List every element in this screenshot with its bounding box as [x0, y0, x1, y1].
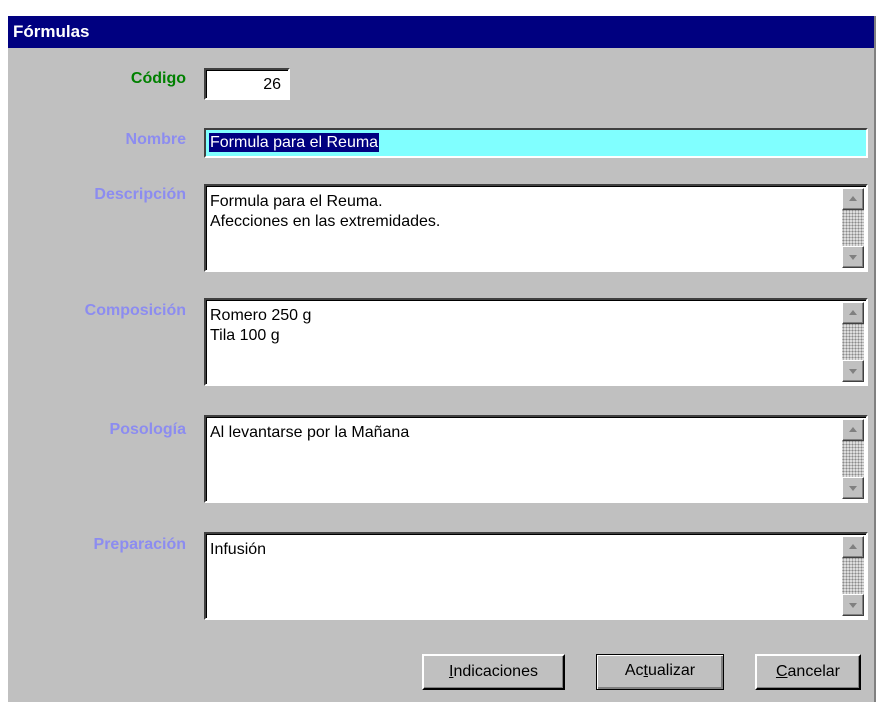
- actualizar-label-rest: ualizar: [647, 662, 696, 679]
- scroll-down-button[interactable]: [842, 360, 864, 382]
- indicaciones-label: ndicaciones: [453, 663, 538, 680]
- scroll-down-arrow-icon: [849, 255, 857, 260]
- nombre-field[interactable]: Formula para el Reuma: [204, 128, 868, 158]
- descripcion-label: Descripción: [94, 186, 186, 203]
- posologia-text: Al levantarse por la Mañana: [210, 424, 410, 441]
- scroll-up-button[interactable]: [842, 536, 864, 558]
- scroll-up-arrow-icon: [849, 427, 857, 432]
- window-title: Fórmulas: [8, 16, 874, 48]
- composicion-textarea[interactable]: Romero 250 g Tila 100 g: [204, 298, 868, 386]
- scroll-down-arrow-icon: [849, 369, 857, 374]
- posologia-scrollbar[interactable]: [842, 419, 864, 499]
- scroll-up-button[interactable]: [842, 188, 864, 210]
- cancelar-mnemonic: C: [775, 663, 788, 680]
- actualizar-button[interactable]: Actualizar: [596, 654, 724, 690]
- nombre-selected-text: Formula para el Reuma: [209, 133, 380, 152]
- scroll-down-button[interactable]: [842, 594, 864, 616]
- posologia-label: Posología: [109, 421, 186, 438]
- descripcion-scrollbar[interactable]: [842, 188, 864, 268]
- scroll-up-button[interactable]: [842, 419, 864, 441]
- scroll-up-arrow-icon: [849, 196, 857, 201]
- preparacion-text: Infusión: [210, 541, 267, 558]
- scroll-down-arrow-icon: [849, 603, 857, 608]
- indicaciones-button[interactable]: Indicaciones: [422, 654, 565, 690]
- nombre-label: Nombre: [125, 131, 186, 148]
- posologia-textarea[interactable]: Al levantarse por la Mañana: [204, 415, 868, 503]
- scroll-up-arrow-icon: [849, 544, 857, 549]
- preparacion-textarea[interactable]: Infusión: [204, 532, 868, 620]
- scroll-down-arrow-icon: [849, 486, 857, 491]
- formulas-window: Fórmulas Código 26 Nombre Formula para e…: [8, 16, 876, 702]
- preparacion-label: Preparación: [93, 536, 186, 553]
- scroll-up-arrow-icon: [849, 310, 857, 315]
- descripcion-textarea[interactable]: Formula para el Reuma. Afecciones en las…: [204, 184, 868, 272]
- scroll-down-button[interactable]: [842, 246, 864, 268]
- descripcion-text: Formula para el Reuma. Afecciones en las…: [210, 193, 441, 230]
- scroll-down-button[interactable]: [842, 477, 864, 499]
- preparacion-scrollbar[interactable]: [842, 536, 864, 616]
- scroll-up-button[interactable]: [842, 302, 864, 324]
- codigo-label: Código: [130, 70, 186, 87]
- composicion-text: Romero 250 g Tila 100 g: [210, 307, 312, 344]
- cancelar-button[interactable]: Cancelar: [755, 654, 861, 690]
- actualizar-label-pre: Ac: [624, 662, 644, 679]
- composicion-scrollbar[interactable]: [842, 302, 864, 382]
- codigo-field[interactable]: 26: [204, 68, 290, 100]
- cancelar-label: ancelar: [787, 663, 841, 680]
- composicion-label: Composición: [84, 302, 186, 319]
